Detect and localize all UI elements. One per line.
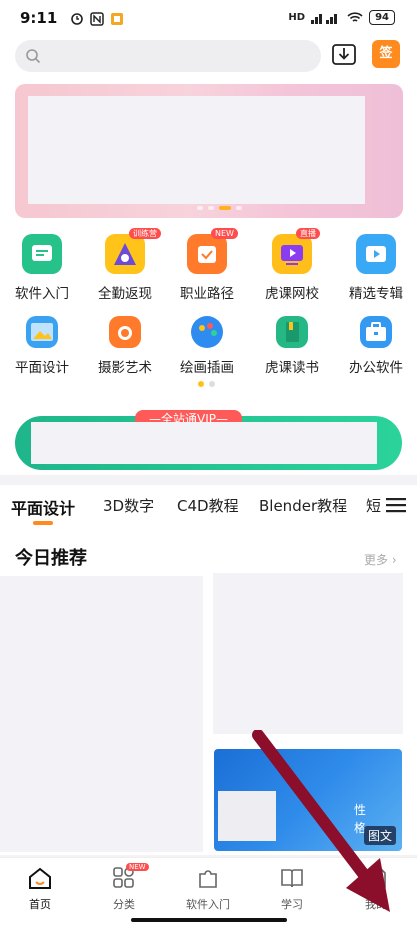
featured-albums-icon: [356, 234, 396, 274]
recommend-card[interactable]: [213, 573, 403, 734]
puzzle-icon: [199, 870, 217, 888]
graphic-design-icon: [26, 316, 58, 348]
category-photography[interactable]: 摄影艺术: [85, 316, 165, 376]
signal-icon: [311, 13, 338, 24]
camera-icon: [109, 316, 141, 348]
download-button[interactable]: [330, 40, 358, 68]
category-label: 平面设计: [15, 360, 69, 376]
category-label: 绘画插画: [180, 360, 234, 376]
category-label: 摄影艺术: [98, 360, 152, 376]
download-icon: [332, 44, 356, 65]
battery-indicator: 94: [369, 10, 395, 25]
top-header: 签: [0, 36, 417, 80]
category-office-software[interactable]: 办公软件: [336, 316, 416, 376]
nav-label: 首页: [29, 898, 51, 911]
new-badge: NEW: [126, 863, 149, 871]
category-label: 办公软件: [349, 360, 403, 376]
tab-3d-digital[interactable]: 3D数字: [103, 495, 154, 516]
signal-label: HD: [288, 12, 306, 23]
category-label: 精选专辑: [349, 286, 403, 302]
sign-in-button[interactable]: 签: [372, 40, 400, 68]
nav-category[interactable]: NEW 分类: [94, 863, 154, 912]
category-label: 职业路径: [180, 286, 234, 302]
nav-software-intro[interactable]: 软件入门: [178, 866, 238, 912]
book-icon: [276, 316, 308, 348]
software-intro-icon: [22, 234, 62, 274]
vip-banner[interactable]: —全站通VIP—: [15, 410, 402, 470]
cashback-icon: 训练营: [105, 228, 161, 274]
category-reading[interactable]: 虎课读书: [252, 316, 332, 376]
alarm-icon: [70, 11, 84, 25]
tab-graphic-design[interactable]: 平面设计: [11, 495, 75, 519]
pager-dot-active: [198, 381, 204, 387]
category-featured-albums[interactable]: 精选专辑: [336, 234, 416, 302]
category-career-path[interactable]: NEW 职业路径: [167, 228, 247, 302]
online-school-icon: 直播: [272, 228, 320, 274]
pager-dot: [208, 206, 214, 210]
category-label: 虎课网校: [265, 286, 319, 302]
recommend-card[interactable]: [0, 576, 203, 852]
nfc-icon: [90, 11, 104, 26]
search-icon: [26, 49, 41, 64]
tab-blender[interactable]: Blender教程: [259, 495, 347, 516]
category-online-school[interactable]: 直播 虎课网校: [252, 228, 332, 302]
tab-short[interactable]: 短: [366, 495, 381, 516]
pager-dot: [209, 381, 215, 387]
category-label: 虎课读书: [265, 360, 319, 376]
vip-content: [31, 422, 377, 464]
promo-banner[interactable]: [15, 84, 403, 218]
app-notification-icon: [110, 11, 124, 25]
pager-dot: [236, 206, 242, 210]
category-label: 软件入门: [15, 286, 69, 302]
career-path-icon: NEW: [187, 228, 238, 274]
more-link[interactable]: 更多 ›: [364, 551, 397, 568]
category-graphic-design[interactable]: 平面设计: [2, 316, 82, 376]
tab-c4d[interactable]: C4D教程: [177, 495, 239, 516]
status-right: HD 94: [288, 10, 395, 25]
category-pager: [198, 381, 215, 387]
status-icons: [70, 11, 124, 26]
search-input[interactable]: [15, 40, 321, 72]
menu-icon[interactable]: [386, 497, 406, 513]
pager-dot-active: [219, 206, 231, 210]
new-badge: NEW: [211, 228, 238, 239]
banner-pager: [197, 206, 242, 210]
banner-image: [28, 96, 365, 204]
home-icon: [29, 867, 51, 889]
annotation-arrow: [252, 730, 390, 912]
nav-label: 分类: [113, 898, 135, 911]
category-painting[interactable]: 绘画插画: [167, 316, 247, 376]
section-title: 今日推荐: [15, 548, 87, 569]
live-badge: 直播: [296, 228, 320, 239]
wifi-icon: [347, 11, 363, 22]
status-bar: 9:11 HD 94: [0, 0, 417, 36]
nav-home[interactable]: 首页: [10, 866, 70, 912]
briefcase-icon: [360, 316, 392, 348]
category-label: 全勤返现: [98, 286, 152, 302]
status-time: 9:11: [20, 9, 58, 27]
category-attendance-cashback[interactable]: 训练营 全勤返现: [85, 228, 165, 302]
palette-icon: [191, 316, 223, 348]
pager-dot: [197, 206, 203, 210]
category-software-intro[interactable]: 软件入门: [2, 234, 82, 302]
nav-label: 软件入门: [186, 898, 230, 911]
training-camp-badge: 训练营: [129, 228, 161, 239]
category-tabs: 平面设计 3D数字 C4D教程 Blender教程 短: [0, 485, 417, 525]
